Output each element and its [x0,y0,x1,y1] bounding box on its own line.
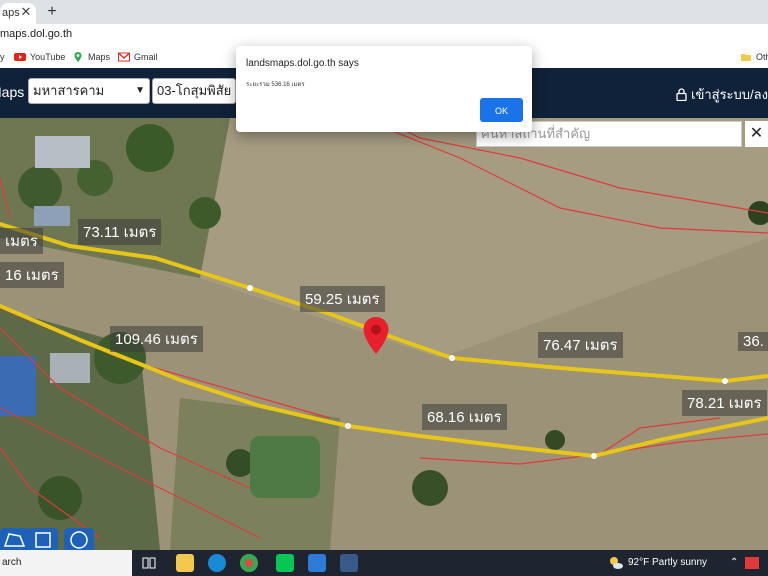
lock-icon [676,88,687,101]
measurement-label: 59.25 เมตร [300,286,385,312]
taskbar-search-label: arch [2,557,22,568]
area-tool-button[interactable] [28,528,58,550]
satellite-map[interactable]: เมตร 73.11 เมตร 16 เมตร 59.25 เมตร 109.4… [0,118,768,550]
measurement-label: 78.21 เมตร [682,390,767,416]
bookmark-label: Oth [756,52,768,62]
measurement-label: เมตร [0,228,43,254]
bookmark-label: YouTube [30,52,66,62]
browser-tab-strip: aps ✕ + [0,0,768,24]
gmail-icon [118,52,130,62]
taskbar-search[interactable]: arch [0,550,132,576]
site-title: Maps [0,84,25,100]
tray-chevron-icon[interactable]: ⌃ [730,557,738,568]
taskbar: arch 92°F Partly sunny ⌃ [0,550,768,576]
notification-icon[interactable] [745,557,759,569]
circle-tool-button[interactable] [64,528,94,550]
dialog-message: ระยะรวม 536.16 เมตร [246,82,305,88]
bookmark-other[interactable]: Oth [740,49,768,65]
photos-icon[interactable] [308,554,326,572]
measurement-label: 109.46 เมตร [110,326,203,352]
measurement-label: 76.47 เมตร [538,332,623,358]
ok-button[interactable]: OK [480,98,523,122]
measurement-label: 16 เมตร [0,262,64,288]
file-explorer-icon[interactable] [176,554,194,572]
measure-tool-button[interactable] [0,528,30,550]
district-select[interactable]: 03-โกสุมพิสัย [152,78,236,104]
bookmark-partial[interactable]: y [0,49,5,65]
measurement-label: 68.16 เมตร [422,404,507,430]
bookmark-maps[interactable]: Maps [72,49,110,65]
app-icon[interactable] [340,554,358,572]
measurement-label: 73.11 เมตร [78,219,162,245]
district-select-value: 03-โกสุมพิสัย [157,83,232,98]
province-select-value: มหาสารคาม [33,83,105,98]
circle-icon [70,531,88,549]
task-view-icon[interactable] [142,556,156,570]
maps-icon [74,52,82,62]
address-bar[interactable]: maps.dol.go.th [0,24,768,47]
edge-icon[interactable] [208,554,226,572]
chevron-down-icon: ▼ [135,85,145,96]
login-link[interactable]: เข้าสู่ระบบ/ลงท [676,84,768,105]
chrome-icon[interactable] [240,554,258,572]
youtube-icon [14,53,26,61]
new-tab-icon[interactable]: + [44,3,60,21]
weather-text: 92°F Partly sunny [628,557,708,568]
square-icon [35,532,51,548]
bookmark-gmail[interactable]: Gmail [118,49,158,65]
province-select[interactable]: มหาสารคาม ▼ [28,78,150,104]
close-icon[interactable]: ✕ [745,121,768,147]
dialog-title: landsmaps.dol.go.th says [246,58,359,69]
bookmark-youtube[interactable]: YouTube [14,49,65,65]
bookmark-label: Maps [88,52,111,62]
folder-icon [741,54,751,61]
location-pin-icon[interactable] [362,316,390,356]
bookmark-label: Gmail [134,52,158,62]
line-icon[interactable] [276,554,294,572]
login-label: เข้าสู่ระบบ/ลงท [691,87,768,102]
polygon-icon [3,533,26,547]
tab-close-icon[interactable]: ✕ [18,5,34,19]
sun-cloud-icon [610,557,623,569]
url-text: maps.dol.go.th [0,28,73,40]
measurement-label: 36. [738,332,768,351]
